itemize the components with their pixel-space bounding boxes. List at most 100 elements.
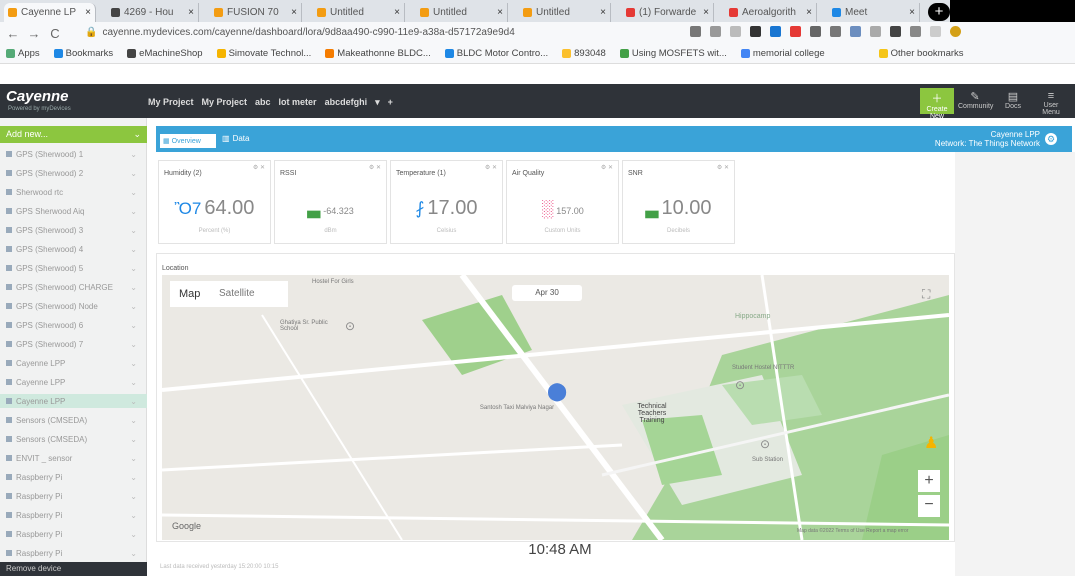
sidebar-device-item[interactable]: ENVIT _ sensor ⌄ bbox=[0, 451, 147, 465]
chevron-down-icon[interactable]: ⌄ bbox=[130, 359, 137, 368]
extension-icon[interactable] bbox=[890, 26, 901, 37]
tab-data[interactable]: ▥ Data bbox=[222, 134, 249, 143]
sidebar-device-item[interactable]: GPS (Sherwood) 6 ⌄ bbox=[0, 318, 147, 332]
project-tab[interactable]: My Project bbox=[148, 97, 194, 108]
chevron-down-icon[interactable]: ⌄ bbox=[130, 454, 137, 463]
close-icon[interactable]: × bbox=[85, 7, 91, 18]
map-view[interactable]: Map Satellite Apr 30 Hostel For Girls Gh… bbox=[162, 275, 949, 540]
sidebar-device-item[interactable]: Cayenne LPP ⌄ bbox=[0, 394, 147, 408]
docs-button[interactable]: ▤ Docs bbox=[996, 88, 1030, 114]
map-marker-icon[interactable]: ⬤ bbox=[547, 381, 567, 402]
new-tab-button[interactable]: + bbox=[928, 3, 950, 21]
value-widget[interactable]: ⚙ ✕ RSSI ▃ -64.323 dBm bbox=[274, 160, 387, 244]
sidebar-device-item[interactable]: GPS (Sherwood) Node ⌄ bbox=[0, 299, 147, 313]
bookmark-item[interactable]: Makeathonne BLDC... bbox=[325, 48, 431, 59]
widget-settings-icon[interactable]: ⚙ ✕ bbox=[369, 164, 381, 171]
add-project-icon[interactable]: + bbox=[388, 97, 393, 108]
date-pill[interactable]: Apr 30 bbox=[512, 285, 582, 301]
sidebar-device-item[interactable]: GPS (Sherwood) 7 ⌄ bbox=[0, 337, 147, 351]
sidebar-device-item[interactable]: Raspberry Pi ⌄ bbox=[0, 527, 147, 541]
chevron-down-icon[interactable]: ⌄ bbox=[130, 207, 137, 216]
extension-icon[interactable] bbox=[850, 26, 861, 37]
bookmark-folder[interactable]: Other bookmarks bbox=[878, 48, 964, 59]
browser-tab[interactable]: Aeroalgorith × bbox=[725, 3, 817, 22]
close-icon[interactable]: × bbox=[497, 7, 503, 18]
sidebar-device-item[interactable]: Sensors (CMSEDA) ⌄ bbox=[0, 413, 147, 427]
sidebar-device-item[interactable]: Sensors (CMSEDA) ⌄ bbox=[0, 432, 147, 446]
create-new-button[interactable]: ＋ Create New bbox=[920, 88, 954, 120]
extension-icon[interactable] bbox=[910, 26, 921, 37]
close-icon[interactable]: × bbox=[394, 7, 400, 18]
value-widget[interactable]: ⚙ ✕ Temperature (1) ⨏ 17.00 Celsius bbox=[390, 160, 503, 244]
sidebar-device-item[interactable]: GPS (Sherwood) 1 ⌄ bbox=[0, 147, 147, 161]
chevron-down-icon[interactable]: ⌄ bbox=[130, 340, 137, 349]
chevron-down-icon[interactable]: ⌄ bbox=[130, 150, 137, 159]
widget-settings-icon[interactable]: ⚙ ✕ bbox=[717, 164, 729, 171]
user-menu-button[interactable]: ≡ User Menu bbox=[1034, 88, 1068, 116]
browser-tab[interactable]: (1) Forwarde × bbox=[622, 3, 714, 22]
map-type-satellite-button[interactable]: Satellite bbox=[219, 288, 255, 299]
bookmark-item[interactable]: memorial college bbox=[740, 48, 825, 59]
sidebar-device-item[interactable]: Raspberry Pi ⌄ bbox=[0, 489, 147, 503]
close-icon[interactable]: × bbox=[909, 7, 915, 18]
zoom-out-button[interactable]: − bbox=[918, 495, 940, 517]
extension-icon[interactable] bbox=[770, 26, 781, 37]
chevron-down-icon[interactable]: ⌄ bbox=[130, 511, 137, 520]
bookmark-item[interactable]: Bookmarks bbox=[53, 48, 113, 59]
add-new-button[interactable]: Add new... ⌄ bbox=[0, 126, 147, 143]
map-attribution[interactable]: Map data ©2022 Terms of Use Report a map… bbox=[797, 528, 908, 534]
browser-tab[interactable]: FUSION 70 × bbox=[210, 3, 302, 22]
star-icon[interactable] bbox=[730, 26, 741, 37]
chevron-down-icon[interactable]: ⌄ bbox=[130, 302, 137, 311]
value-widget[interactable]: ⚙ ✕ Air Quality ░ 157.00 Custom Units bbox=[506, 160, 619, 244]
sidebar-device-item[interactable]: GPS (Sherwood) CHARGE ⌄ bbox=[0, 280, 147, 294]
browser-tab[interactable]: Meet × bbox=[828, 3, 920, 22]
widget-settings-icon[interactable]: ⚙ ✕ bbox=[485, 164, 497, 171]
widget-settings-icon[interactable]: ⚙ ✕ bbox=[253, 164, 265, 171]
value-widget[interactable]: ⚙ ✕ Humidity (2) Ὂ7 64.00 Percent (%) bbox=[158, 160, 271, 244]
widget-settings-icon[interactable]: ⚙ ✕ bbox=[601, 164, 613, 171]
chevron-down-icon[interactable]: ⌄ bbox=[130, 492, 137, 501]
chevron-down-icon[interactable]: ⌄ bbox=[130, 226, 137, 235]
forward-icon[interactable]: → bbox=[26, 26, 42, 41]
zoom-icon[interactable] bbox=[710, 26, 721, 37]
back-icon[interactable]: ← bbox=[5, 26, 21, 41]
sidebar-device-item[interactable]: GPS Sherwood Aiq ⌄ bbox=[0, 204, 147, 218]
browser-tab[interactable]: Untitled × bbox=[519, 3, 611, 22]
close-icon[interactable]: × bbox=[188, 7, 194, 18]
extension-icon[interactable] bbox=[830, 26, 841, 37]
value-widget[interactable]: ⚙ ✕ SNR ▃ 10.00 Decibels bbox=[622, 160, 735, 244]
browser-tab[interactable]: Cayenne LP × bbox=[4, 3, 96, 22]
bookmark-item[interactable]: Using MOSFETS wit... bbox=[619, 48, 727, 59]
chevron-down-icon[interactable]: ▾ bbox=[375, 97, 380, 108]
bookmark-item[interactable]: eMachineShop bbox=[127, 48, 203, 59]
gear-icon[interactable]: ⚙ bbox=[1045, 133, 1057, 145]
url-field[interactable]: 🔒 cayenne.mydevices.com/cayenne/dashboar… bbox=[85, 24, 545, 41]
chevron-down-icon[interactable]: ⌄ bbox=[130, 245, 137, 254]
sidebar-device-item[interactable]: Cayenne LPP ⌄ bbox=[0, 356, 147, 370]
extension-icon[interactable] bbox=[930, 26, 941, 37]
bookmark-item[interactable]: Apps bbox=[6, 48, 40, 59]
pegman-icon[interactable]: ♟ bbox=[924, 433, 938, 453]
chevron-down-icon[interactable]: ⌄ bbox=[130, 283, 137, 292]
reload-icon[interactable]: C bbox=[47, 26, 63, 41]
extension-icon[interactable] bbox=[810, 26, 821, 37]
sidebar-device-item[interactable]: Sherwood rtc ⌄ bbox=[0, 185, 147, 199]
close-icon[interactable]: × bbox=[600, 7, 606, 18]
zoom-in-button[interactable]: + bbox=[918, 470, 940, 492]
browser-tab[interactable]: Untitled × bbox=[313, 3, 405, 22]
bookmark-item[interactable]: 893048 bbox=[562, 48, 606, 59]
map-type-map-button[interactable]: Map bbox=[179, 288, 200, 300]
project-tab[interactable]: lot meter bbox=[279, 97, 317, 108]
bookmark-item[interactable]: BLDC Motor Contro... bbox=[444, 48, 548, 59]
project-tab[interactable]: abc bbox=[255, 97, 271, 108]
close-icon[interactable]: × bbox=[703, 7, 709, 18]
sidebar-device-item[interactable]: Raspberry Pi ⌄ bbox=[0, 546, 147, 560]
sidebar-device-item[interactable]: GPS (Sherwood) 5 ⌄ bbox=[0, 261, 147, 275]
extension-icon[interactable] bbox=[790, 26, 801, 37]
tab-overview[interactable]: ▦ Overview bbox=[160, 134, 216, 148]
chevron-down-icon[interactable]: ⌄ bbox=[130, 321, 137, 330]
close-icon[interactable]: × bbox=[291, 7, 297, 18]
sidebar-device-item[interactable]: Raspberry Pi ⌄ bbox=[0, 470, 147, 484]
chevron-down-icon[interactable]: ⌄ bbox=[130, 264, 137, 273]
